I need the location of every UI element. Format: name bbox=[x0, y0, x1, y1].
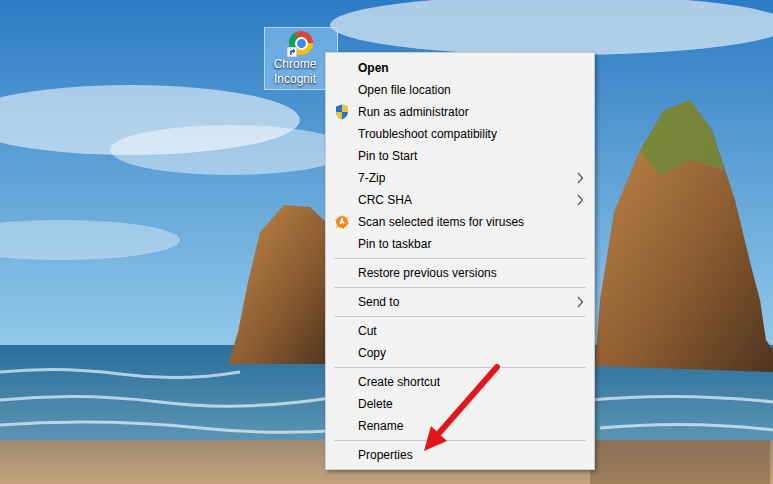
menu-separator bbox=[334, 258, 586, 259]
menu-item[interactable]: Pin to Start bbox=[326, 145, 594, 167]
menu-item[interactable]: Troubleshoot compatibility bbox=[326, 123, 594, 145]
menu-item[interactable]: Cut bbox=[326, 320, 594, 342]
menu-item[interactable]: Open file location bbox=[326, 79, 594, 101]
antivirus-icon bbox=[334, 214, 350, 230]
menu-item[interactable]: Open bbox=[326, 57, 594, 79]
chrome-icon bbox=[289, 31, 313, 55]
menu-item[interactable]: Create shortcut bbox=[326, 371, 594, 393]
menu-item[interactable]: Delete bbox=[326, 393, 594, 415]
context-menu: Open Open file location Run as administr… bbox=[325, 52, 595, 470]
menu-item[interactable]: Pin to taskbar bbox=[326, 233, 594, 255]
menu-separator bbox=[334, 287, 586, 288]
menu-item[interactable]: CRC SHA bbox=[326, 189, 594, 211]
menu-item[interactable]: Send to bbox=[326, 291, 594, 313]
menu-item[interactable]: Scan selected items for viruses bbox=[326, 211, 594, 233]
submenu-arrow-icon bbox=[576, 194, 584, 206]
menu-item[interactable]: Copy bbox=[326, 342, 594, 364]
menu-item[interactable]: Properties bbox=[326, 444, 594, 466]
menu-separator bbox=[334, 367, 586, 368]
menu-item[interactable]: Run as administrator bbox=[326, 101, 594, 123]
menu-separator bbox=[334, 440, 586, 441]
shortcut-arrow-icon bbox=[287, 47, 297, 57]
desktop: ChromeIncognit Open Open file location R… bbox=[0, 0, 773, 484]
submenu-arrow-icon bbox=[576, 172, 584, 184]
menu-item[interactable]: Rename bbox=[326, 415, 594, 437]
menu-separator bbox=[334, 316, 586, 317]
uac-shield-icon bbox=[335, 104, 349, 120]
submenu-arrow-icon bbox=[576, 296, 584, 308]
menu-item[interactable]: Restore previous versions bbox=[326, 262, 594, 284]
shortcut-label: ChromeIncognit bbox=[274, 57, 317, 87]
menu-item[interactable]: 7-Zip bbox=[326, 167, 594, 189]
